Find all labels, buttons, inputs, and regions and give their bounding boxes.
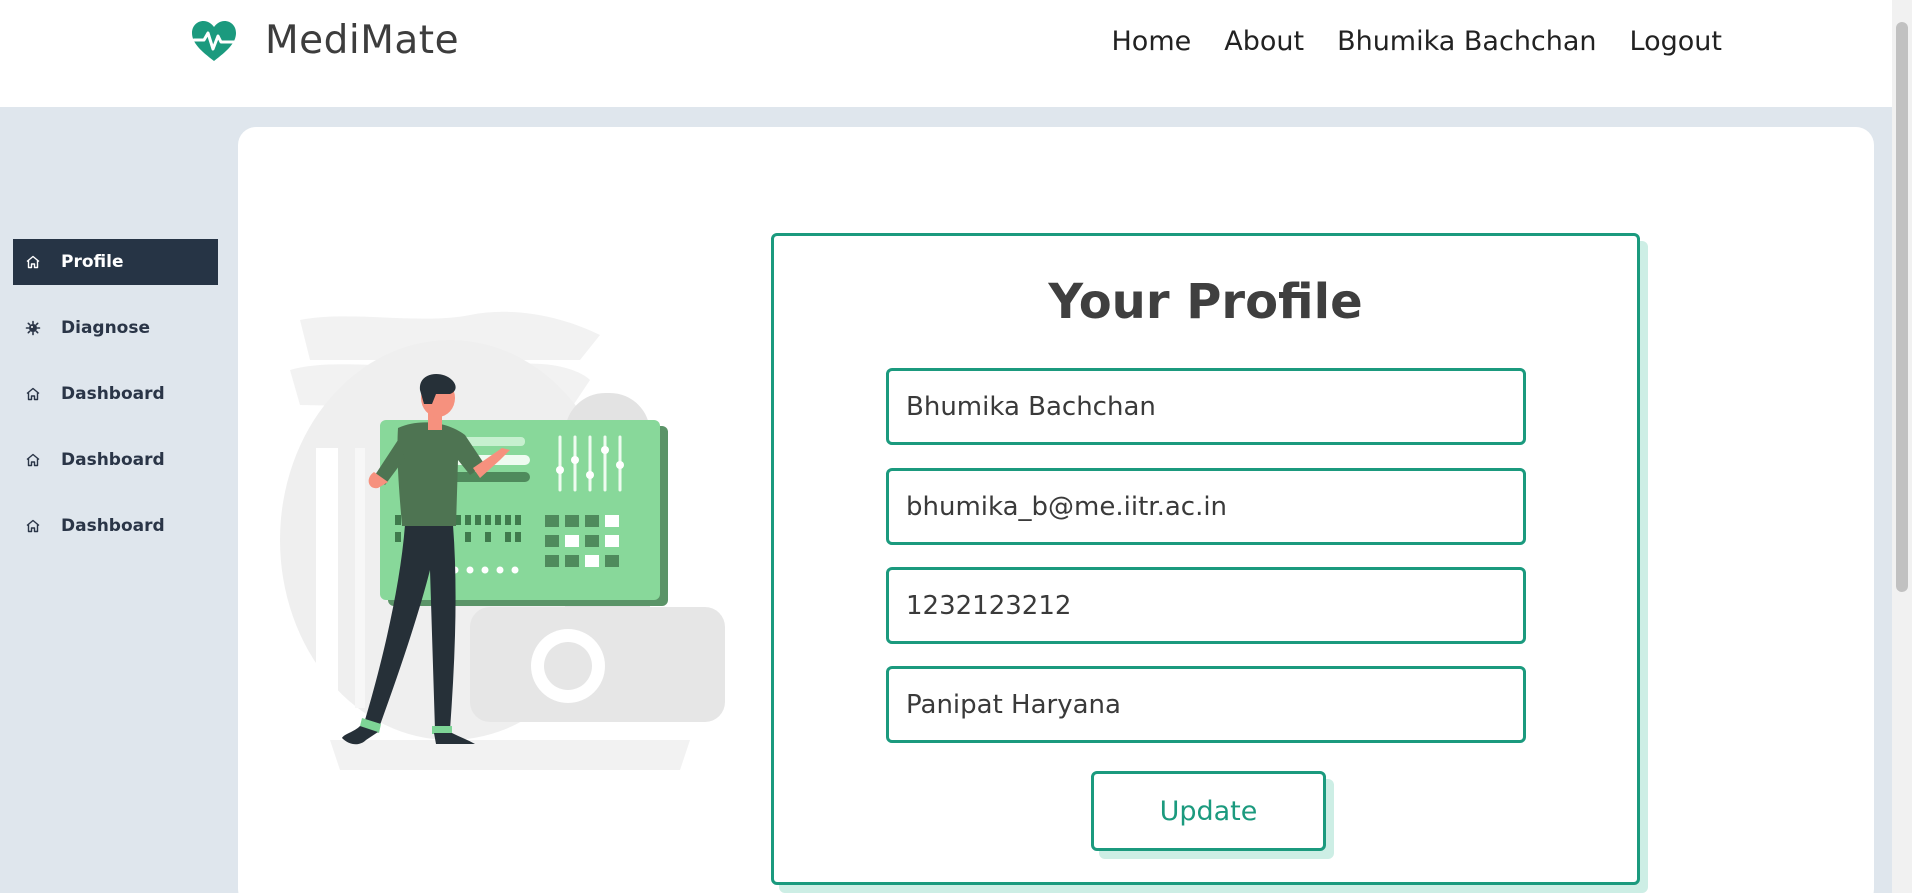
profile-form: Your Profile Update [771, 233, 1640, 885]
home-icon [25, 452, 41, 468]
scrollbar-thumb[interactable] [1896, 22, 1908, 592]
sidebar-item-label: Dashboard [61, 516, 165, 536]
sidebar-item-profile[interactable]: Profile [13, 239, 218, 285]
top-navbar: MediMate Home About Bhumika Bachchan Log… [0, 0, 1892, 107]
sidebar-item-label: Diagnose [61, 318, 151, 338]
sidebar-item-diagnose[interactable]: Diagnose [13, 305, 218, 351]
main-nav: Home About Bhumika Bachchan Logout [1112, 26, 1723, 57]
nav-logout-link[interactable]: Logout [1630, 26, 1722, 57]
nav-home-link[interactable]: Home [1112, 26, 1192, 57]
sidebar-item-dashboard[interactable]: Dashboard [13, 503, 218, 549]
sidebar: Profile Diagnose Dashboard Dashboard Das… [13, 239, 218, 569]
sidebar-item-label: Dashboard [61, 450, 165, 470]
sidebar-item-label: Profile [61, 252, 124, 272]
update-button[interactable]: Update [1091, 771, 1326, 851]
nav-user-link[interactable]: Bhumika Bachchan [1337, 26, 1596, 57]
name-field[interactable] [886, 368, 1526, 445]
home-icon [25, 386, 41, 402]
heart-pulse-icon [192, 20, 236, 61]
sidebar-item-dashboard[interactable]: Dashboard [13, 437, 218, 483]
nav-about-link[interactable]: About [1224, 26, 1304, 57]
dashboard-person-illustration [280, 311, 725, 770]
virus-icon [25, 320, 41, 336]
phone-field[interactable] [886, 567, 1526, 644]
sidebar-item-label: Dashboard [61, 384, 165, 404]
email-field[interactable] [886, 468, 1526, 545]
page-title: Your Profile [1048, 274, 1363, 330]
address-field[interactable] [886, 666, 1526, 743]
home-icon [25, 518, 41, 534]
vertical-scrollbar[interactable] [1892, 0, 1912, 893]
home-icon [25, 254, 41, 270]
brand[interactable]: MediMate [191, 18, 459, 63]
brand-name: MediMate [265, 18, 460, 63]
sidebar-item-dashboard[interactable]: Dashboard [13, 371, 218, 417]
